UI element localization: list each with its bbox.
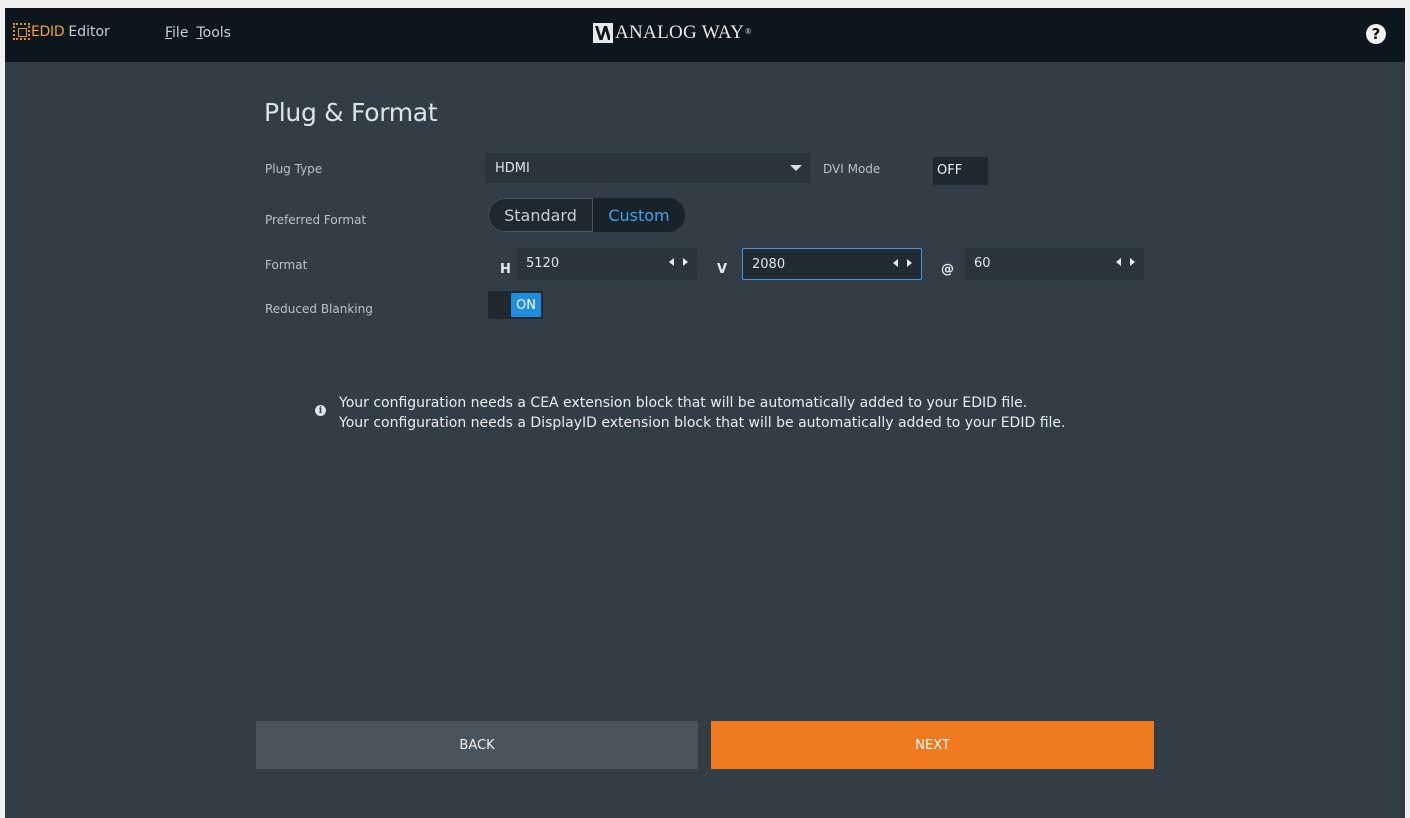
menu-file[interactable]: File xyxy=(165,25,188,41)
v-resolution-value: 2080 xyxy=(752,257,786,272)
at-label: @ xyxy=(941,262,954,277)
format-label: Format xyxy=(265,258,308,272)
reduced-blanking-toggle[interactable]: ON xyxy=(488,291,543,319)
dvi-mode-label: DVI Mode xyxy=(823,162,881,176)
increment-icon[interactable] xyxy=(683,258,688,266)
reduced-blanking-state: ON xyxy=(511,293,541,317)
plug-type-value: HDMI xyxy=(495,161,530,176)
dvi-mode-toggle[interactable]: OFF xyxy=(933,157,988,185)
increment-icon[interactable] xyxy=(907,259,912,267)
preferred-format-switch: Standard Custom xyxy=(488,198,685,232)
chip-icon xyxy=(13,23,30,40)
brand-logo: ANALOG WAY ® xyxy=(593,22,752,44)
app-window: EDID Editor File Tools ANALOG WAY ® ? Pl… xyxy=(5,8,1405,818)
preferred-format-custom[interactable]: Custom xyxy=(593,198,685,232)
decrement-icon[interactable] xyxy=(893,259,898,267)
title-bar: EDID Editor File Tools ANALOG WAY ® ? xyxy=(5,8,1405,62)
info-message: Your configuration needs a CEA extension… xyxy=(339,393,1065,433)
v-resolution-stepper[interactable]: 2080 xyxy=(742,248,922,280)
next-button[interactable]: NEXT xyxy=(711,721,1154,769)
dvi-mode-state: OFF xyxy=(937,163,963,178)
menu-tools[interactable]: Tools xyxy=(196,25,231,41)
decrement-icon[interactable] xyxy=(1116,258,1121,266)
decrement-icon[interactable] xyxy=(669,258,674,266)
analog-way-mark-icon xyxy=(593,23,613,43)
reduced-blanking-label: Reduced Blanking xyxy=(265,302,373,316)
chevron-down-icon xyxy=(790,165,802,171)
refresh-rate-value: 60 xyxy=(974,256,991,271)
h-resolution-value: 5120 xyxy=(526,256,560,271)
back-button[interactable]: BACK xyxy=(256,721,698,769)
increment-icon[interactable] xyxy=(1130,258,1135,266)
registered-mark: ® xyxy=(745,26,752,36)
plug-type-label: Plug Type xyxy=(265,162,323,176)
app-name-editor: Editor xyxy=(68,23,110,40)
preferred-format-label: Preferred Format xyxy=(265,213,367,227)
menu-bar: File Tools xyxy=(165,25,231,41)
app-name-edid: EDID xyxy=(31,23,65,40)
refresh-rate-stepper[interactable]: 60 xyxy=(965,248,1144,280)
help-icon[interactable]: ? xyxy=(1366,24,1386,44)
h-label: H xyxy=(500,262,511,277)
app-logo: EDID Editor xyxy=(13,23,110,40)
preferred-format-standard[interactable]: Standard xyxy=(488,198,593,232)
plug-type-select[interactable]: HDMI xyxy=(485,153,810,183)
page-title: Plug & Format xyxy=(264,98,438,127)
info-icon: i xyxy=(315,405,326,416)
brand-name: ANALOG WAY xyxy=(615,22,745,43)
info-line-cea: Your configuration needs a CEA extension… xyxy=(339,395,1028,411)
v-label: V xyxy=(717,262,728,277)
info-line-displayid: Your configuration needs a DisplayID ext… xyxy=(339,415,1066,431)
h-resolution-stepper[interactable]: 5120 xyxy=(517,248,697,280)
